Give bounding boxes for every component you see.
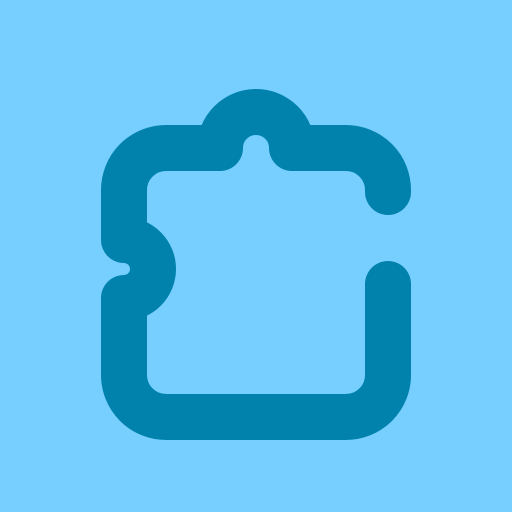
puzzle-piece-icon	[0, 0, 512, 512]
app-icon-tile	[0, 0, 512, 512]
